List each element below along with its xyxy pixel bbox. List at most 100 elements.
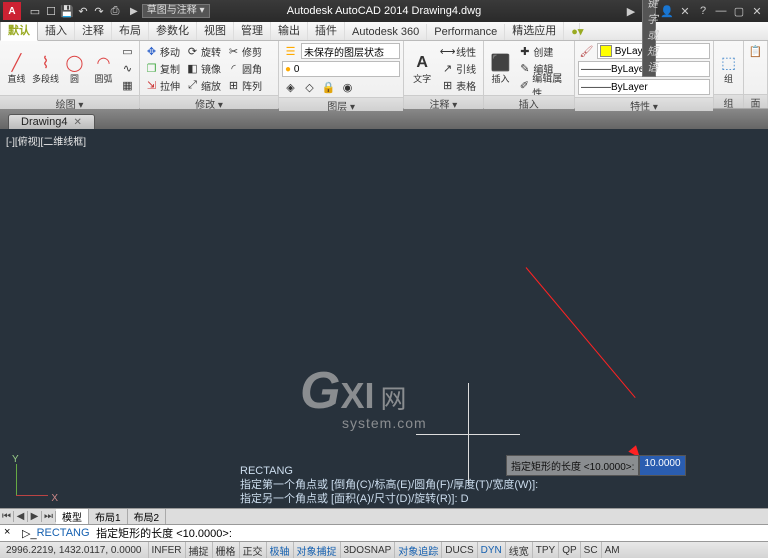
tab-performance[interactable]: Performance: [427, 24, 505, 40]
file-tab-close-icon[interactable]: ✕: [73, 117, 81, 128]
file-tab-drawing4[interactable]: Drawing4 ✕: [8, 114, 95, 129]
layout-nav-prev-icon[interactable]: ◀: [14, 511, 28, 522]
model-tab[interactable]: 模型: [56, 509, 89, 524]
workspace-combo[interactable]: 草图与注释 ▾: [142, 4, 210, 18]
layer-tool-3[interactable]: 🔒: [320, 79, 337, 95]
status-polar[interactable]: 极轴: [266, 542, 293, 558]
leader-button[interactable]: ↗引线: [439, 60, 478, 76]
minimize-icon[interactable]: —: [714, 5, 728, 17]
status-infer[interactable]: INFER: [148, 542, 185, 558]
block-editattr-button[interactable]: ✐编辑属性: [516, 77, 571, 93]
tab-output[interactable]: 输出: [271, 20, 308, 40]
status-dyn[interactable]: DYN: [477, 542, 505, 558]
panel-props-title[interactable]: 特性 ▾: [575, 97, 713, 111]
copy-button[interactable]: ❐复制: [143, 60, 182, 76]
status-qp[interactable]: QP: [558, 542, 579, 558]
maximize-icon[interactable]: ▢: [732, 5, 746, 18]
layout-nav-next-icon[interactable]: ▶: [28, 511, 42, 522]
status-am[interactable]: AM: [601, 542, 623, 558]
draw-extra-2[interactable]: ∿: [119, 60, 136, 76]
help-icon[interactable]: ?: [696, 5, 710, 17]
qat-open-icon[interactable]: ☐: [44, 4, 58, 18]
trim-button[interactable]: ✂修剪: [225, 43, 264, 59]
status-snap[interactable]: 捕捉: [185, 542, 212, 558]
layout1-tab[interactable]: 布局1: [89, 509, 128, 524]
draw-extra-1[interactable]: ▭: [119, 43, 136, 59]
command-line[interactable]: × ▷_ RECTANG 指定矩形的长度 <10.0000>:: [0, 524, 768, 541]
layout-nav-last-icon[interactable]: ⏭: [42, 511, 56, 522]
match-props-button[interactable]: 🖌: [578, 43, 595, 59]
status-lwt[interactable]: 线宽: [505, 542, 532, 558]
tab-insert[interactable]: 插入: [38, 20, 75, 40]
tab-annotate[interactable]: 注释: [75, 20, 112, 40]
qat-new-icon[interactable]: ▭: [28, 4, 42, 18]
status-ducs[interactable]: DUCS: [441, 542, 476, 558]
ucs-icon[interactable]: Y X: [14, 460, 54, 500]
search-input[interactable]: 键入关键字或短语: [642, 0, 656, 77]
fillet-button[interactable]: ◜圆角: [225, 60, 264, 76]
layout-nav-first-icon[interactable]: ⏮: [0, 511, 14, 522]
signin-icon[interactable]: 👤: [660, 5, 674, 18]
qat-undo-icon[interactable]: ↶: [76, 4, 90, 18]
tab-manage[interactable]: 管理: [234, 20, 271, 40]
qat-save-icon[interactable]: 💾: [60, 4, 74, 18]
panel-draw-title[interactable]: 绘图 ▾: [0, 95, 139, 109]
status-osnap[interactable]: 对象捕捉: [293, 542, 340, 558]
insert-button[interactable]: ⬛插入: [487, 43, 515, 93]
arc-button[interactable]: ◠圆弧: [90, 43, 117, 93]
text-button[interactable]: A文字: [407, 43, 437, 93]
panel-insert-title[interactable]: 插入: [484, 95, 574, 109]
exchange-icon[interactable]: ✕: [678, 5, 692, 18]
tab-layout[interactable]: 布局: [112, 20, 149, 40]
dynamic-input-value[interactable]: 10.0000: [639, 455, 685, 476]
status-grid[interactable]: 栅格: [212, 542, 239, 558]
dim-linear-button[interactable]: ⟷线性: [439, 43, 478, 59]
layer-combo[interactable]: ● 0: [282, 61, 400, 77]
layer-state-combo[interactable]: 未保存的图层状态: [301, 43, 400, 59]
qat-print-icon[interactable]: ⎙: [108, 4, 122, 18]
panel-layer-title[interactable]: 图层 ▾: [279, 97, 403, 111]
layer-props-button[interactable]: ☰: [282, 43, 299, 59]
layout2-tab[interactable]: 布局2: [128, 509, 167, 524]
tab-parametric[interactable]: 参数化: [149, 20, 197, 40]
tab-featured[interactable]: 精选应用: [505, 20, 564, 40]
close-icon[interactable]: ✕: [750, 5, 764, 18]
status-sc[interactable]: SC: [580, 542, 601, 558]
tab-default[interactable]: 默认: [0, 19, 38, 41]
panel-group-title[interactable]: 组: [714, 94, 743, 108]
app-icon[interactable]: A: [3, 2, 21, 20]
tab-view[interactable]: 视图: [197, 20, 234, 40]
rotate-button[interactable]: ⟳旋转: [184, 43, 223, 59]
coords-display[interactable]: 2996.2219, 1432.0117, 0.0000: [0, 545, 148, 556]
layer-tool-1[interactable]: ◈: [282, 79, 299, 95]
status-otrack[interactable]: 对象追踪: [394, 542, 441, 558]
scale-button[interactable]: ⤢缩放: [184, 77, 223, 93]
tab-plugins[interactable]: 插件: [308, 20, 345, 40]
status-tpy[interactable]: TPY: [532, 542, 558, 558]
panel-annot-title[interactable]: 注释 ▾: [404, 95, 482, 109]
polyline-button[interactable]: ⌇多段线: [32, 43, 59, 93]
table-button[interactable]: ⊞表格: [439, 77, 478, 93]
qat-redo-icon[interactable]: ↷: [92, 4, 106, 18]
array-button[interactable]: ⊞阵列: [225, 77, 264, 93]
layer-tool-4[interactable]: ◉: [339, 79, 356, 95]
panel-modify-title[interactable]: 修改 ▾: [140, 95, 278, 109]
draw-extra-3[interactable]: ▦: [119, 77, 136, 93]
move-button[interactable]: ✥移动: [143, 43, 182, 59]
circle-button[interactable]: ◯圆: [61, 43, 88, 93]
tab-expander[interactable]: ●▾: [564, 23, 580, 40]
panel-last-title[interactable]: 面: [744, 94, 767, 108]
status-ortho[interactable]: 正交: [239, 542, 266, 558]
drawing-viewport[interactable]: [-][俯视][二维线框] GXI网 system.com 指定矩形的长度 <1…: [0, 129, 768, 508]
status-3dosnap[interactable]: 3DOSNAP: [340, 542, 395, 558]
block-create-button[interactable]: ✚创建: [516, 43, 571, 59]
line-button[interactable]: ╱直线: [3, 43, 30, 93]
mirror-button[interactable]: ◧镜像: [184, 60, 223, 76]
tab-a360[interactable]: Autodesk 360: [345, 24, 427, 40]
viewport-label[interactable]: [-][俯视][二维线框]: [6, 133, 86, 148]
cmdline-close-icon[interactable]: ×: [4, 526, 18, 540]
info-center-arrow-icon[interactable]: ▶: [624, 5, 638, 18]
lineweight-combo[interactable]: ——— ByLayer: [578, 79, 710, 95]
stretch-button[interactable]: ⇲拉伸: [143, 77, 182, 93]
layer-tool-2[interactable]: ◇: [301, 79, 318, 95]
